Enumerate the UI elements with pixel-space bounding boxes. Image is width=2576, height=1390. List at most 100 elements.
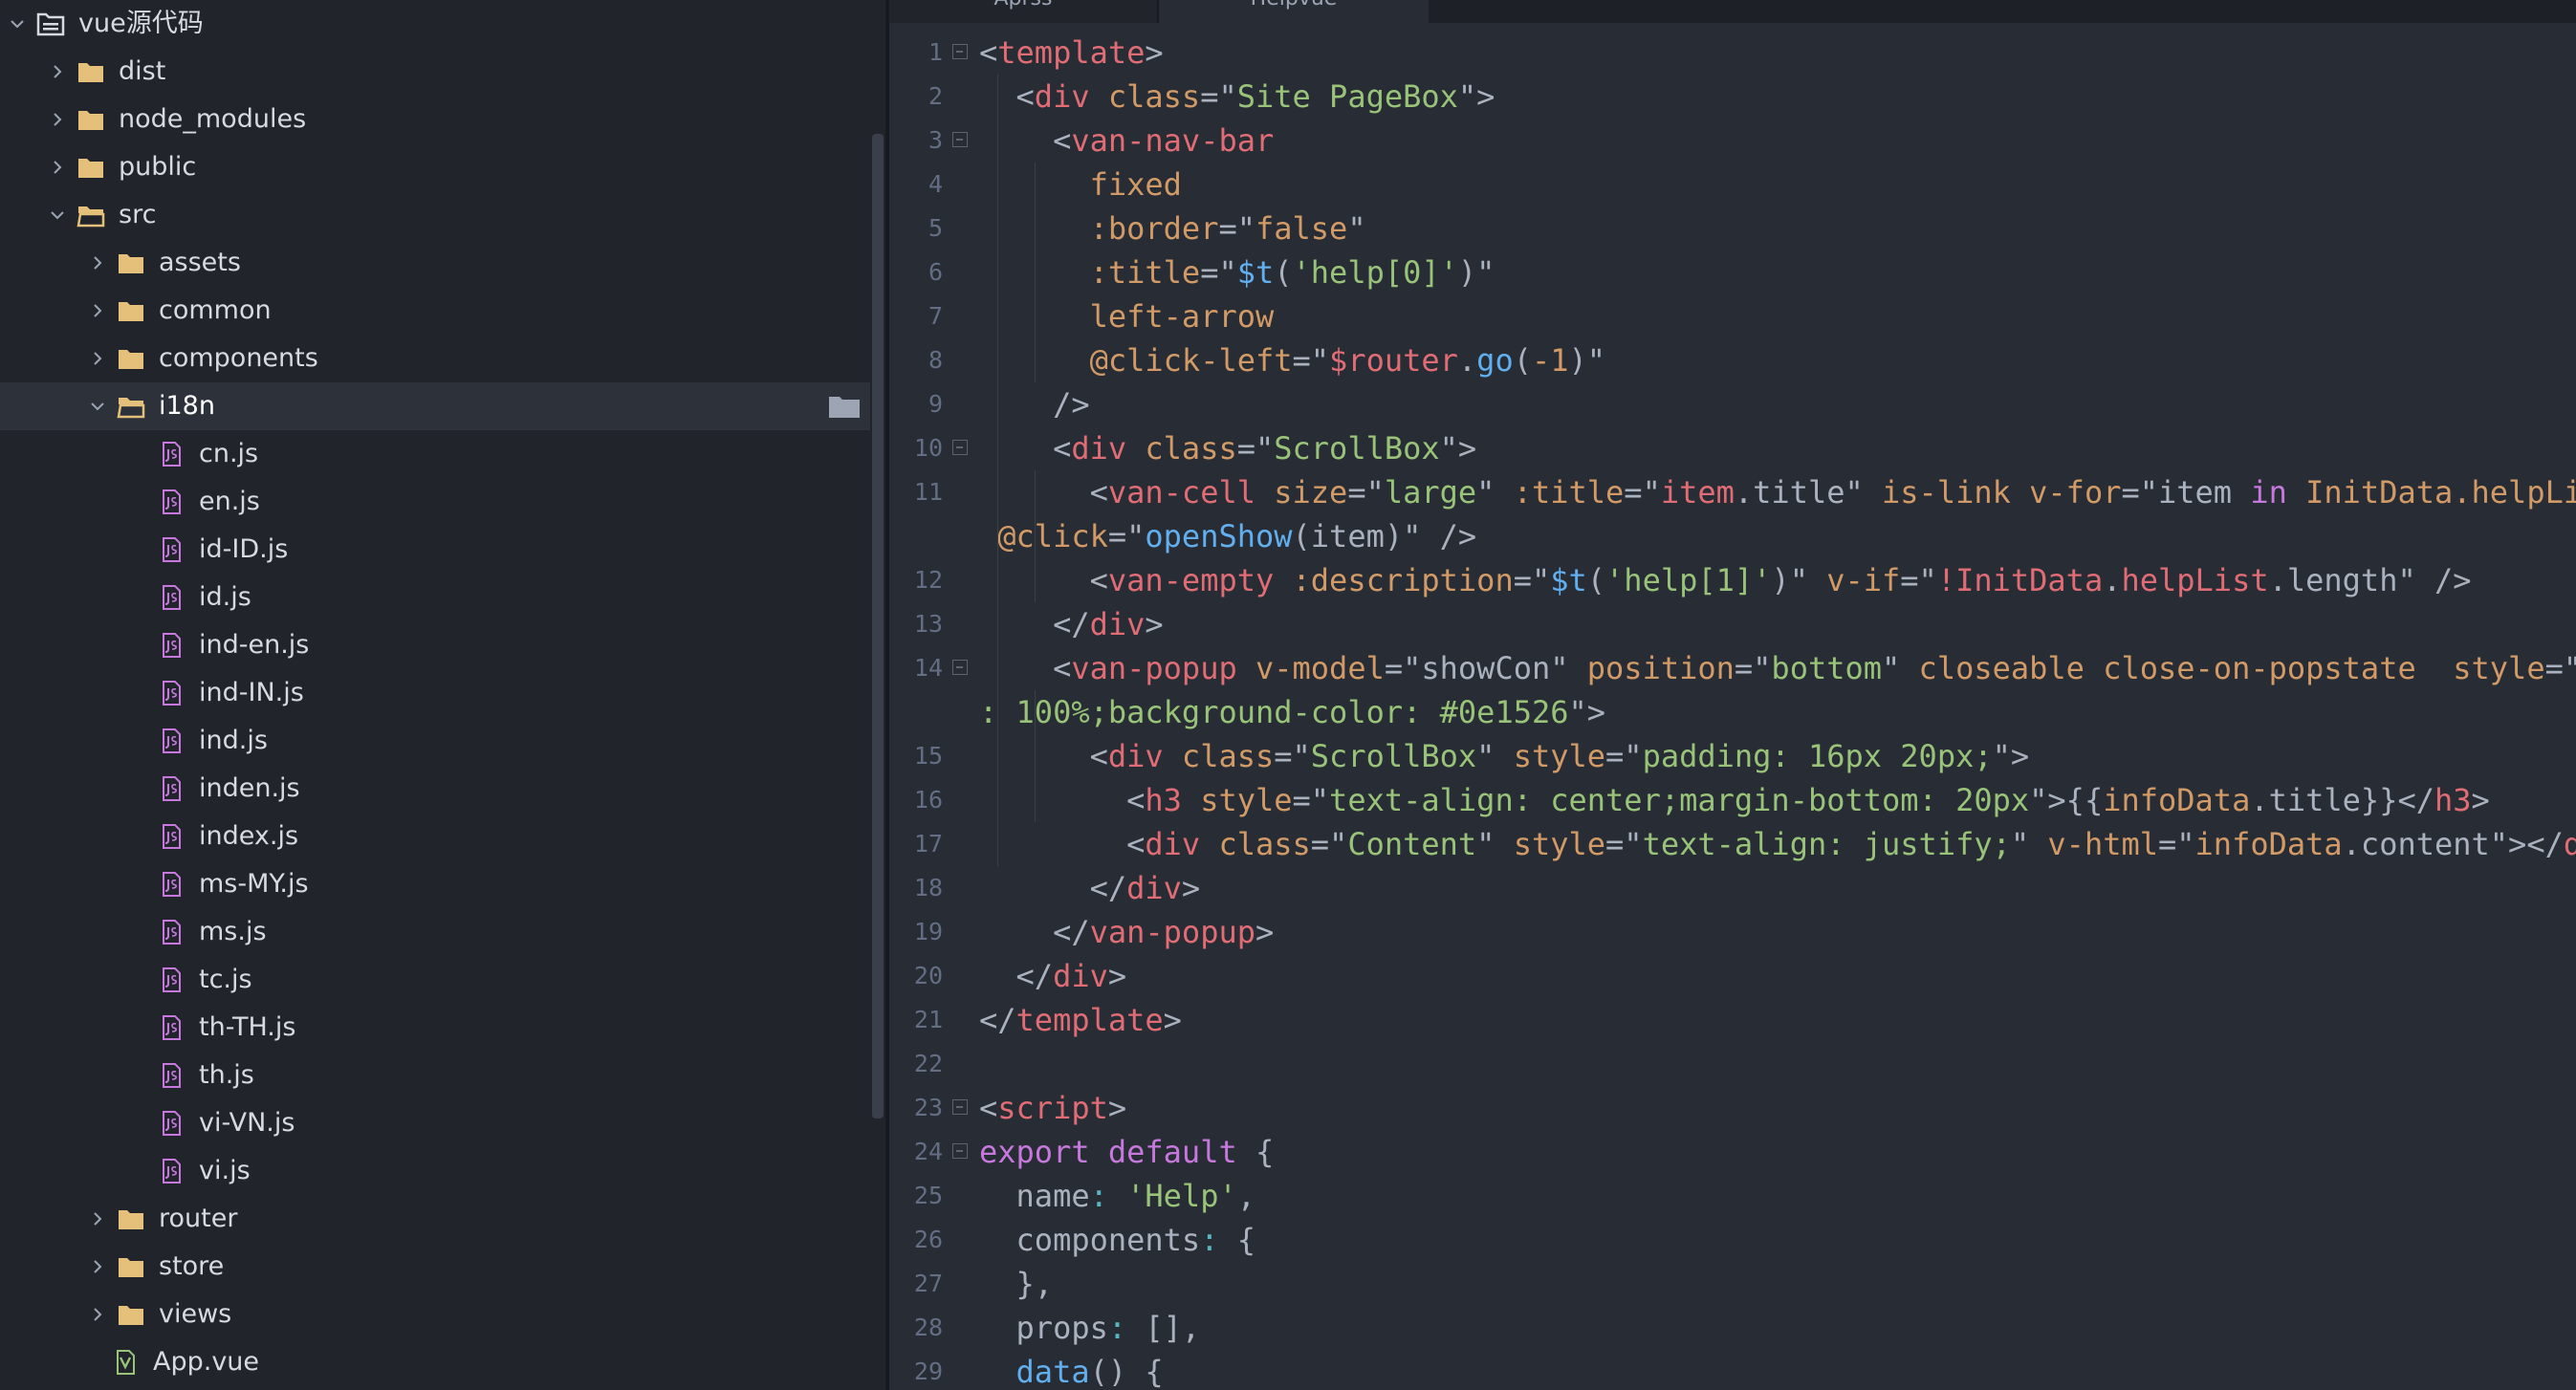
code-line[interactable]: 29 data() { <box>889 1350 2576 1390</box>
code-token: props <box>979 1310 1108 1346</box>
code-line[interactable]: 26 components: { <box>889 1218 2576 1262</box>
chevron-right-icon[interactable] <box>48 158 67 177</box>
code-line[interactable]: 5 :border="false" <box>889 206 2576 250</box>
tree-file[interactable]: inden.js <box>0 765 870 813</box>
fold-toggle-icon[interactable] <box>952 44 968 59</box>
tree-folder[interactable]: store <box>0 1243 870 1291</box>
code-line[interactable]: 7 left-arrow <box>889 294 2576 338</box>
tree-file[interactable]: cn.js <box>0 430 870 478</box>
tree-folder[interactable]: views <box>0 1291 870 1338</box>
tab-label: Helpvue <box>1159 0 1429 11</box>
code-line[interactable]: 17 <div class="Content" style="text-alig… <box>889 822 2576 866</box>
code-line[interactable]: 11 <van-cell size="large" :title="item.t… <box>889 470 2576 514</box>
tree-file[interactable]: en.js <box>0 478 870 526</box>
chevron-down-icon[interactable] <box>88 397 107 416</box>
tree-folder[interactable]: src <box>0 191 870 239</box>
tree-folder[interactable]: components <box>0 335 870 382</box>
code-line[interactable]: 28 props: [], <box>889 1306 2576 1350</box>
chevron-right-icon[interactable] <box>88 301 107 320</box>
new-folder-icon[interactable] <box>828 394 861 419</box>
code-text: fixed <box>979 163 1182 206</box>
tree-file[interactable]: vi-VN.js <box>0 1099 870 1147</box>
tree-folder[interactable]: router <box>0 1195 870 1243</box>
tree-file[interactable]: th-TH.js <box>0 1004 870 1052</box>
tree-file[interactable]: tc.js <box>0 956 870 1004</box>
line-number: 16 <box>913 786 943 814</box>
code-line[interactable]: 1 <template> <box>889 31 2576 75</box>
code-line[interactable]: 9 /> <box>889 382 2576 426</box>
code-line[interactable]: 20 </div> <box>889 954 2576 998</box>
code-line[interactable]: 14 <van-popup v-model="showCon" position… <box>889 646 2576 690</box>
code-line[interactable]: 18 </div> <box>889 866 2576 910</box>
code-line[interactable]: 19 </van-popup> <box>889 910 2576 954</box>
chevron-right-icon[interactable] <box>48 62 67 81</box>
code-token: . <box>1457 342 1477 379</box>
tree-file[interactable]: ind-IN.js <box>0 669 870 717</box>
tree-file[interactable]: th.js <box>0 1052 870 1099</box>
tree-folder[interactable]: dist <box>0 48 870 96</box>
code-line[interactable]: 2 <div class="Site PageBox"> <box>889 75 2576 119</box>
tab-helpvue[interactable]: Helpvue <box>1159 0 1429 23</box>
tree-file[interactable]: id.js <box>0 574 870 621</box>
code-line[interactable]: 10 <div class="ScrollBox"> <box>889 426 2576 470</box>
line-number: 1 <box>928 38 943 66</box>
chevron-right-icon[interactable] <box>88 1257 107 1276</box>
chevron-right-icon[interactable] <box>88 349 107 368</box>
tree-folder[interactable]: common <box>0 287 870 335</box>
tree-file[interactable]: ind.js <box>0 717 870 765</box>
tree-item-label: th-TH.js <box>199 1012 296 1042</box>
code-line[interactable]: 27 }, <box>889 1262 2576 1306</box>
fold-toggle-icon[interactable] <box>952 1099 968 1115</box>
code-token: [], <box>1126 1310 1201 1346</box>
tree-file[interactable]: ms-MY.js <box>0 860 870 908</box>
tree-folder[interactable]: node_modules <box>0 96 870 143</box>
tab-aprss[interactable]: Aprss <box>889 0 1159 23</box>
tree-folder[interactable]: vue源代码 <box>0 0 870 48</box>
chevron-right-icon[interactable] <box>88 1209 107 1228</box>
code-text: <script> <box>979 1086 1126 1130</box>
code-line[interactable]: 22 <box>889 1042 2576 1086</box>
fold-toggle-icon[interactable] <box>952 440 968 455</box>
code-editor[interactable]: Aprss Helpvue 1<template>2 <div class="S… <box>889 0 2576 1390</box>
tree-file[interactable]: index.js <box>0 813 870 860</box>
chevron-right-icon[interactable] <box>88 1305 107 1324</box>
chevron-down-icon[interactable] <box>8 14 27 33</box>
folder-icon <box>117 250 145 275</box>
code-line[interactable]: 4 fixed <box>889 163 2576 206</box>
tree-file[interactable]: vi.js <box>0 1147 870 1195</box>
fold-toggle-icon[interactable] <box>952 660 968 675</box>
fold-toggle-icon[interactable] <box>952 132 968 147</box>
code-token: false <box>1255 210 1348 247</box>
code-line[interactable]: 3 <van-nav-bar <box>889 119 2576 163</box>
code-token: h3 <box>2434 782 2472 818</box>
code-line[interactable]: 13 </div> <box>889 602 2576 646</box>
code-line[interactable]: : 100%;background-color: #0e1526"> <box>889 690 2576 734</box>
tree-file[interactable]: App.vue <box>0 1338 870 1386</box>
tree-file[interactable]: ms.js <box>0 908 870 956</box>
code-token: < <box>979 738 1108 774</box>
tree-file[interactable]: id-ID.js <box>0 526 870 574</box>
chevron-right-icon[interactable] <box>48 110 67 129</box>
tree-folder[interactable]: i18n <box>0 382 870 430</box>
code-line[interactable]: 8 @click-left="$router.go(-1)" <box>889 338 2576 382</box>
code-line[interactable]: @click="openShow(item)" /> <box>889 514 2576 558</box>
fold-toggle-icon[interactable] <box>952 1143 968 1159</box>
js-file-icon <box>157 681 186 706</box>
sidebar-scrollbar[interactable] <box>872 134 884 1119</box>
code-line[interactable]: 23 <script> <box>889 1086 2576 1130</box>
code-line[interactable]: 15 <div class="ScrollBox" style="padding… <box>889 734 2576 778</box>
code-line[interactable]: 21 </template> <box>889 998 2576 1042</box>
code-area[interactable]: 1 <template> 2 <div class="Site PageBox"> 3… <box>889 31 2576 1390</box>
code-line[interactable]: 25 name: 'Help', <box>889 1174 2576 1218</box>
chevron-right-icon[interactable] <box>88 253 107 272</box>
code-line[interactable]: 16 <h3 style="text-align: center;margin-… <box>889 778 2576 822</box>
code-line[interactable]: 6 :title="$t('help[0]')" <box>889 250 2576 294</box>
code-text: <div class="ScrollBox" style="padding: 1… <box>979 734 2030 778</box>
tree-folder[interactable]: public <box>0 143 870 191</box>
line-number: 13 <box>913 610 943 638</box>
tree-folder[interactable]: assets <box>0 239 870 287</box>
tree-file[interactable]: ind-en.js <box>0 621 870 669</box>
code-line[interactable]: 24 export default { <box>889 1130 2576 1174</box>
code-line[interactable]: 12 <van-empty :description="$t('help[1]'… <box>889 558 2576 602</box>
chevron-down-icon[interactable] <box>48 206 67 225</box>
